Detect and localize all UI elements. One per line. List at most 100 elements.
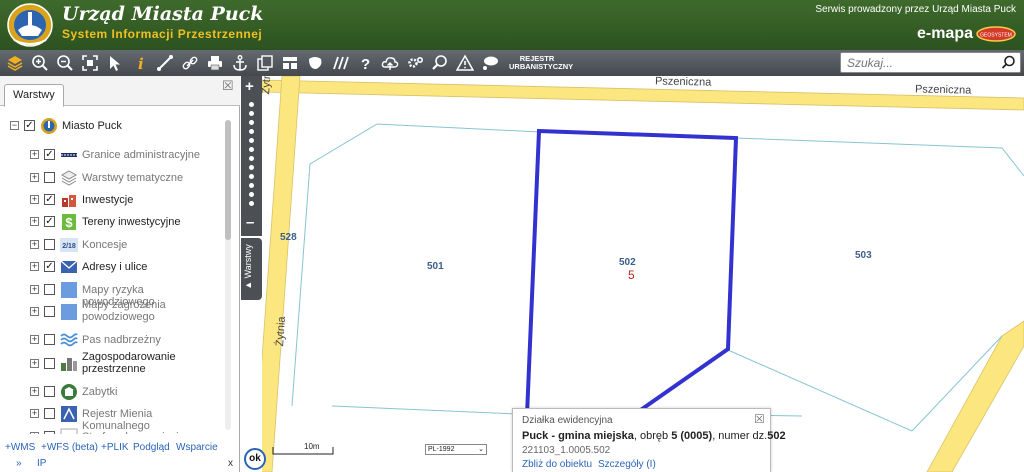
expand-toggle[interactable]: +: [30, 195, 39, 204]
layer-checkbox[interactable]: [44, 306, 55, 317]
layer-row[interactable]: + Warstwy tematyczne: [0, 169, 232, 189]
expand-toggle[interactable]: +: [30, 432, 39, 434]
expand-toggle[interactable]: +: [30, 150, 39, 159]
expand-toggle[interactable]: +: [30, 217, 39, 226]
layer-row[interactable]: + Strefy ochrony ujęcia wody: [0, 428, 232, 434]
crs-select[interactable]: PL-1992 ⌄: [425, 444, 487, 455]
add-file-link[interactable]: +PLIK: [101, 442, 129, 453]
search-icon[interactable]: [1001, 55, 1016, 70]
collapse-toggle[interactable]: −: [10, 121, 19, 130]
expand-toggle[interactable]: +: [30, 307, 39, 316]
layer-checkbox[interactable]: ✓: [44, 261, 55, 272]
zoom-minus-button[interactable]: –: [246, 214, 254, 231]
layer-checkbox[interactable]: ✓: [44, 194, 55, 205]
layer-row[interactable]: + ✓ Granice administracyjne: [0, 146, 232, 166]
warning-icon[interactable]: [453, 52, 477, 74]
zoom-to-object-link[interactable]: Zbliż do obiektu: [522, 459, 592, 470]
zoom-level-dot[interactable]: [249, 147, 254, 152]
layer-checkbox[interactable]: [44, 358, 55, 369]
details-link[interactable]: Szczegóły (I): [598, 459, 656, 470]
rejestr-urbanistyczny-button[interactable]: REJESTR URBANISTYCZNY: [509, 55, 573, 71]
select-pointer-icon[interactable]: [103, 52, 127, 74]
layer-tree-scrollbar[interactable]: [225, 120, 231, 430]
zoom-level-dot[interactable]: [249, 120, 254, 125]
road-lower-right: [926, 320, 1024, 472]
zoom-level-dot[interactable]: [249, 183, 254, 188]
zoom-level-dot[interactable]: [249, 165, 254, 170]
layer-row[interactable]: + ✓ Adresy i ulice: [0, 258, 232, 278]
layout-icon[interactable]: [278, 52, 302, 74]
zoom-level-dot[interactable]: [249, 111, 254, 116]
zoom-plus-button[interactable]: +: [245, 78, 254, 95]
layer-row[interactable]: + Mapy ryzyka powodziowego: [0, 281, 232, 308]
comment-icon[interactable]: [478, 52, 502, 74]
layer-row[interactable]: + ✓ Inwestycje: [0, 191, 232, 211]
zoom-in-icon[interactable]: [28, 52, 52, 74]
layer-checkbox[interactable]: ✓: [44, 149, 55, 160]
layer-checkbox[interactable]: [44, 334, 55, 345]
layer-checkbox[interactable]: ✓: [44, 216, 55, 227]
panel-close-icon[interactable]: ☒: [222, 79, 234, 92]
help-icon[interactable]: ?: [353, 52, 377, 74]
layer-row[interactable]: + ✓ $ Tereny inwestycyjne: [0, 213, 232, 233]
layer-row[interactable]: + Rejestr Mienia Komunalnego: [0, 405, 232, 432]
tab-warstwy[interactable]: Warstwy: [4, 84, 64, 107]
popup-title: Działka ewidencyjna: [522, 415, 613, 426]
search-zoom-icon[interactable]: [428, 52, 452, 74]
layer-row[interactable]: + Zabytki: [0, 383, 232, 403]
zoom-level-dot[interactable]: [249, 156, 254, 161]
footer-close-button[interactable]: x: [228, 458, 233, 469]
expand-toggle[interactable]: +: [30, 359, 39, 368]
expand-toggle[interactable]: +: [30, 285, 39, 294]
expand-toggle[interactable]: +: [30, 387, 39, 396]
layer-row[interactable]: + Mapy zagrozenia powodziowego: [0, 299, 232, 323]
zoom-extent-icon[interactable]: [78, 52, 102, 74]
zoom-level-dot[interactable]: [249, 174, 254, 179]
link-icon[interactable]: [178, 52, 202, 74]
expand-toggle[interactable]: +: [30, 335, 39, 344]
popup-close-icon[interactable]: ☒: [754, 413, 766, 425]
layer-checkbox[interactable]: [44, 386, 55, 397]
layer-checkbox[interactable]: [44, 172, 55, 183]
zoom-level-dot[interactable]: [249, 102, 254, 107]
layer-checkbox[interactable]: [44, 408, 55, 419]
zoom-level-dot[interactable]: [249, 201, 254, 206]
print-icon[interactable]: [203, 52, 227, 74]
anchor-icon[interactable]: [228, 52, 252, 74]
layer-checkbox[interactable]: [44, 431, 55, 434]
expand-toggle[interactable]: +: [30, 240, 39, 249]
more-link[interactable]: »: [16, 458, 22, 469]
expand-toggle[interactable]: +: [30, 173, 39, 182]
zoom-slider[interactable]: + –: [241, 76, 262, 236]
export-icon[interactable]: [253, 52, 277, 74]
layer-checkbox[interactable]: ✓: [24, 120, 35, 131]
area-icon[interactable]: [303, 52, 327, 74]
layer-row[interactable]: +2/18 Koncesje: [0, 236, 232, 256]
search-input[interactable]: [841, 53, 991, 72]
info-icon[interactable]: i: [128, 52, 152, 74]
expand-toggle[interactable]: +: [30, 409, 39, 418]
preview-link[interactable]: Podgląd: [133, 442, 170, 453]
ok-button[interactable]: ok: [244, 448, 266, 470]
expand-toggle[interactable]: +: [30, 262, 39, 271]
layer-checkbox[interactable]: [44, 239, 55, 250]
add-wms-link[interactable]: +WMS: [5, 442, 35, 453]
cloud-upload-icon[interactable]: [378, 52, 402, 74]
warstwy-side-tab[interactable]: ▲ Warstwy: [241, 238, 262, 300]
zoom-level-dot[interactable]: [249, 129, 254, 134]
tree-root-label: Miasto Puck: [62, 120, 122, 132]
measure-distance-icon[interactable]: [153, 52, 177, 74]
zoom-level-dot[interactable]: [249, 138, 254, 143]
settings-icon[interactable]: [403, 52, 427, 74]
layers-icon[interactable]: [3, 52, 27, 74]
support-link[interactable]: Wsparcie: [176, 442, 218, 453]
layer-checkbox[interactable]: [44, 284, 55, 295]
zoom-out-icon[interactable]: [53, 52, 77, 74]
layer-row[interactable]: + Zagospodarowanie przestrzenne: [0, 351, 232, 375]
scrollbar-thumb[interactable]: [225, 120, 231, 240]
ip-link[interactable]: IP: [37, 458, 46, 469]
hatch-icon[interactable]: [328, 52, 352, 74]
add-wfs-link[interactable]: +WFS (beta): [41, 442, 98, 453]
zoom-level-dot[interactable]: [249, 192, 254, 197]
layer-row[interactable]: + Pas nadbrzeżny: [0, 331, 232, 351]
